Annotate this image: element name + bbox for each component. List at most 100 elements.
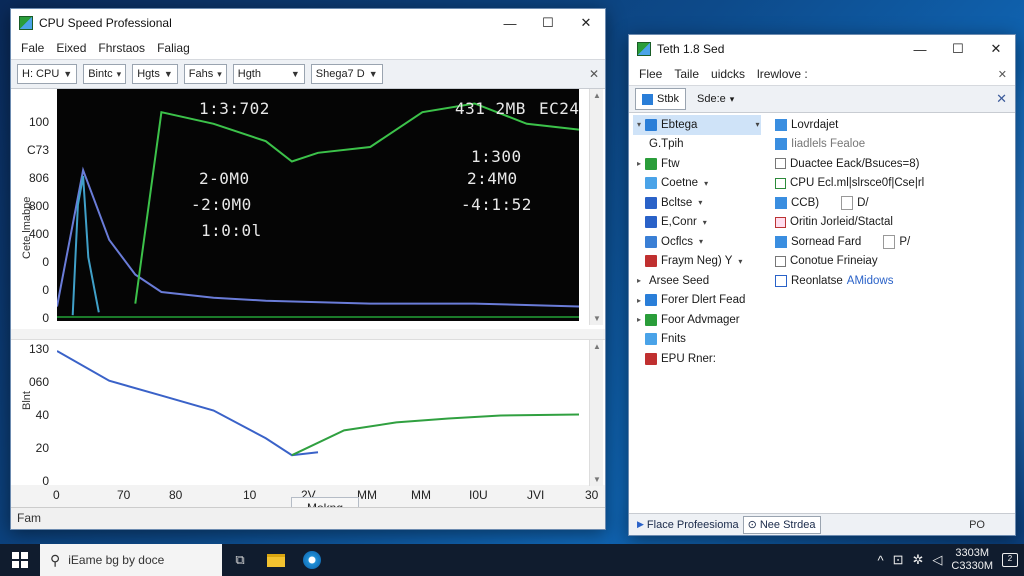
tree-item[interactable]: E,Conr ▾ xyxy=(633,213,761,233)
hgts-select-label: Hgts xyxy=(137,68,160,80)
tree-item[interactable]: Bcltse ▾ xyxy=(633,193,761,213)
side-menu-table[interactable]: Taile xyxy=(668,67,705,81)
toolbar-close-icon[interactable]: ✕ xyxy=(589,67,599,81)
close-icon[interactable]: ✕ xyxy=(977,35,1015,63)
tree-item[interactable]: EPU Rner: xyxy=(633,349,761,369)
side-tabbar: Stbk Sde:e ▾ ✕ xyxy=(629,85,1015,113)
property-row[interactable]: Sornead Fard P/ xyxy=(775,232,1005,252)
property-row[interactable]: CCB) D/ xyxy=(775,193,1005,213)
property-label: Reonlatse xyxy=(791,274,843,287)
menu-edit[interactable]: Eixed xyxy=(50,41,92,55)
triangle-icon: ▶ xyxy=(637,519,644,529)
main-titlebar[interactable]: CPU Speed Professional — ☐ ✕ xyxy=(11,9,605,37)
scroll-down-icon[interactable]: ▼ xyxy=(590,314,604,323)
chevron-down-icon[interactable]: ▾ xyxy=(704,179,708,188)
expand-icon[interactable]: ▸ xyxy=(633,159,645,168)
speed-select[interactable]: Shega7 D ▼ xyxy=(310,64,383,84)
tree-item[interactable]: Coetne ▾ xyxy=(633,174,761,194)
expand-icon[interactable]: ▸ xyxy=(633,315,645,324)
cpu-select-label: H: CPU xyxy=(22,68,60,80)
value-box[interactable] xyxy=(883,234,896,249)
side-menu-file[interactable]: Flee xyxy=(633,67,668,81)
status-tab-studio[interactable]: ⊙ Nee Strdea xyxy=(742,515,821,534)
tree-item[interactable]: ▾ Ebtega ▾ xyxy=(633,115,761,135)
hgts-select[interactable]: Hgts ▼ xyxy=(132,64,178,84)
x-tick-label: MM xyxy=(411,488,431,502)
side-menu-close-icon[interactable]: ✕ xyxy=(998,68,1007,81)
property-row[interactable]: CPU Ecl.ml|slrsce0f|Cse|rl xyxy=(775,174,1005,194)
y-tick-label: 800 xyxy=(28,199,49,213)
property-row[interactable]: Iiadlels Fealoe xyxy=(775,135,1005,155)
checkbox[interactable] xyxy=(775,158,786,170)
top-scrollbar[interactable]: ▲ ▼ xyxy=(589,89,603,325)
expand-icon[interactable]: ▸ xyxy=(633,276,645,285)
menu-help[interactable]: Faliag xyxy=(151,41,196,55)
bottom-scrollbar[interactable]: ▲ ▼ xyxy=(589,340,603,486)
y-tick-label: 0 xyxy=(42,474,49,488)
tree-item[interactable]: ▸ Ftw xyxy=(633,154,761,174)
panel-close-icon[interactable]: ✕ xyxy=(996,91,1007,107)
clock[interactable]: 3303M C3330M xyxy=(951,547,993,573)
checkbox[interactable] xyxy=(775,216,786,228)
chevron-down-icon[interactable]: ▾ xyxy=(699,237,703,246)
scroll-up-icon[interactable]: ▲ xyxy=(590,91,604,100)
tree-item[interactable]: ▸ Forer Dlert Fead xyxy=(633,291,761,311)
app-icon xyxy=(637,42,651,56)
property-link[interactable]: AMidows xyxy=(847,275,894,287)
hgth-select[interactable]: Hgth ▼ xyxy=(232,64,305,84)
expand-icon[interactable]: ▾ xyxy=(633,120,645,129)
menu-file[interactable]: Fale xyxy=(15,41,50,55)
settings-icon[interactable]: ✲ xyxy=(913,552,924,568)
chevron-down-icon[interactable]: ▾ xyxy=(755,120,759,129)
chevron-down-icon[interactable]: ▾ xyxy=(703,218,707,227)
property-row[interactable]: Conotue Frineiay xyxy=(775,252,1005,272)
scroll-up-icon[interactable]: ▲ xyxy=(590,342,604,351)
cpu-select[interactable]: H: CPU ▼ xyxy=(17,64,78,84)
property-label: Conotue Frineiay xyxy=(790,255,878,268)
tab-side-label: Sde:e xyxy=(697,93,726,105)
side-menu-review[interactable]: lrewlove : xyxy=(751,67,814,81)
maximize-icon[interactable]: ☐ xyxy=(939,35,977,63)
property-row[interactable]: Reonlatse AMidows xyxy=(775,271,1005,291)
tree-item[interactable]: G.Tpih xyxy=(633,135,761,155)
chevron-up-icon[interactable]: ^ xyxy=(878,553,884,568)
volume-icon[interactable]: ◁ xyxy=(932,552,942,568)
fahs-select[interactable]: Fahs ▾ xyxy=(183,64,227,84)
browser-icon[interactable] xyxy=(294,544,330,576)
property-row[interactable]: Duactee Eack/Bsuces=8) xyxy=(775,154,1005,174)
close-icon[interactable]: ✕ xyxy=(567,9,605,37)
taskbar-search[interactable]: ⚲ iEame bg by doce xyxy=(40,544,222,576)
y-tick-label: 060 xyxy=(28,375,49,389)
file-explorer-icon[interactable] xyxy=(258,544,294,576)
bint-select[interactable]: Bintc ▾ xyxy=(83,64,127,84)
checkbox[interactable] xyxy=(775,255,786,267)
property-row[interactable]: Lovrdajet xyxy=(775,115,1005,135)
tree-item[interactable]: ▸ Arsee Seed xyxy=(633,271,761,291)
network-icon[interactable]: ⊡ xyxy=(893,552,904,568)
minimize-icon[interactable]: — xyxy=(491,9,529,37)
value-box[interactable] xyxy=(841,195,854,210)
chevron-down-icon[interactable]: ▾ xyxy=(738,257,742,266)
property-label: Lovrdajet xyxy=(791,118,839,131)
tree-item[interactable]: Fnits xyxy=(633,330,761,350)
start-button[interactable] xyxy=(0,544,40,576)
scroll-down-icon[interactable]: ▼ xyxy=(590,475,604,484)
tab-stack[interactable]: Stbk xyxy=(635,88,687,110)
menu-functions[interactable]: Fhrstaos xyxy=(92,41,151,55)
task-view-icon[interactable]: ⧉ xyxy=(222,544,258,576)
chevron-down-icon[interactable]: ▾ xyxy=(698,198,702,207)
expand-icon[interactable]: ▸ xyxy=(633,296,645,305)
notification-icon[interactable]: 2 xyxy=(1002,553,1018,567)
tree-item[interactable]: ▸ Foor Advmager xyxy=(633,310,761,330)
tab-side[interactable]: Sde:e ▾ xyxy=(690,88,742,110)
maximize-icon[interactable]: ☐ xyxy=(529,9,567,37)
side-menu-docks[interactable]: uidcks xyxy=(705,67,751,81)
tree-item[interactable]: Fraym Neg) Y ▾ xyxy=(633,252,761,272)
minimize-icon[interactable]: — xyxy=(901,35,939,63)
side-titlebar[interactable]: Teth 1.8 Sed — ☐ ✕ xyxy=(629,35,1015,63)
main-window: CPU Speed Professional — ☐ ✕ Fale Eixed … xyxy=(10,8,606,530)
status-tab-professional[interactable]: ▶ Flace Profeesioma xyxy=(633,516,743,534)
property-row[interactable]: Oritin Jorleid/Stactal xyxy=(775,213,1005,233)
tree-item[interactable]: Ocflcs ▾ xyxy=(633,232,761,252)
checkbox[interactable] xyxy=(775,177,786,189)
